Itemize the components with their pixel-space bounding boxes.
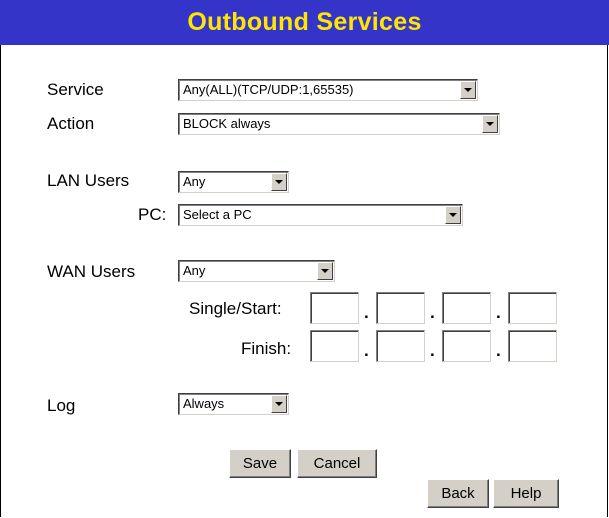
single-start-octet-2[interactable] <box>376 292 425 324</box>
page-title: Outbound Services <box>0 0 609 45</box>
cancel-button[interactable]: Cancel <box>297 449 377 478</box>
lan-users-select-value: Any <box>183 174 206 189</box>
wan-users-select-value: Any <box>183 263 206 278</box>
action-label: Action <box>47 114 95 133</box>
finish-label: Finish: <box>241 339 292 358</box>
service-select-value: Any(ALL)(TCP/UDP:1,65535) <box>183 82 354 97</box>
chevron-down-icon[interactable] <box>445 206 461 224</box>
service-label: Service <box>47 80 104 99</box>
finish-octet-3[interactable] <box>442 330 491 362</box>
log-label: Log <box>47 396 76 415</box>
finish-octet-4[interactable] <box>508 330 557 362</box>
ip-dot: . <box>496 303 501 322</box>
back-button[interactable]: Back <box>427 479 489 508</box>
ip-dot: . <box>430 303 435 322</box>
chevron-down-icon[interactable] <box>271 173 287 191</box>
save-button[interactable]: Save <box>229 449 291 478</box>
ip-dot: . <box>496 341 501 360</box>
help-button[interactable]: Help <box>493 479 559 508</box>
chevron-down-icon[interactable] <box>271 395 287 413</box>
ip-dot: . <box>364 341 369 360</box>
pc-select-value: Select a PC <box>183 207 252 222</box>
finish-octet-2[interactable] <box>376 330 425 362</box>
pc-select[interactable]: Select a PC <box>178 204 463 226</box>
chevron-down-icon[interactable] <box>482 115 498 133</box>
finish-octet-1[interactable] <box>310 330 359 362</box>
service-select[interactable]: Any(ALL)(TCP/UDP:1,65535) <box>178 79 478 101</box>
single-start-octet-3[interactable] <box>442 292 491 324</box>
ip-dot: . <box>364 303 369 322</box>
action-select-value: BLOCK always <box>183 116 271 131</box>
chevron-down-icon[interactable] <box>317 262 333 280</box>
chevron-down-icon[interactable] <box>460 81 476 99</box>
lan-users-label: LAN Users <box>47 171 130 190</box>
single-start-octet-1[interactable] <box>310 292 359 324</box>
ip-dot: . <box>430 341 435 360</box>
pc-label: PC: <box>138 205 167 224</box>
single-start-octet-4[interactable] <box>508 292 557 324</box>
wan-users-label: WAN Users <box>47 262 136 281</box>
single-start-label: Single/Start: <box>189 299 282 318</box>
action-select[interactable]: BLOCK always <box>178 113 500 135</box>
lan-users-select[interactable]: Any <box>178 171 289 193</box>
wan-users-select[interactable]: Any <box>178 260 335 282</box>
page-frame <box>0 0 608 517</box>
log-select-value: Always <box>183 396 225 411</box>
log-select[interactable]: Always <box>178 393 289 415</box>
